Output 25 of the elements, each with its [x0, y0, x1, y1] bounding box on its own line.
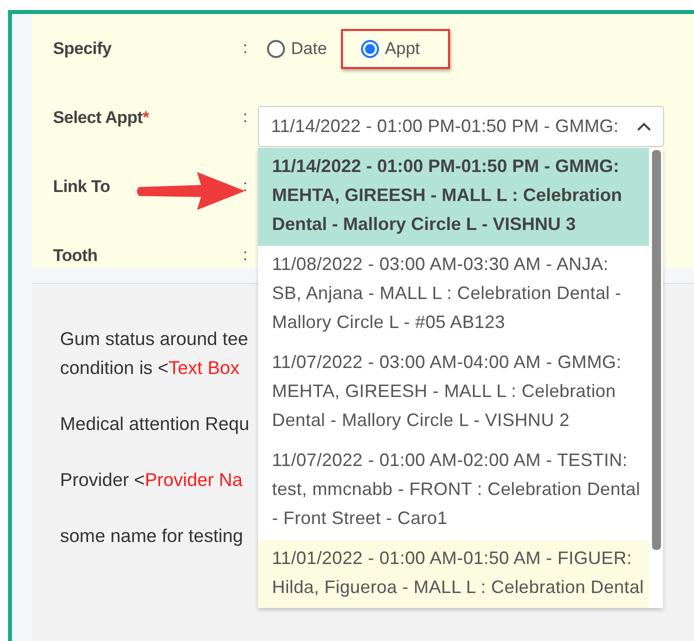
template-text: Provider <Provider Na: [60, 468, 243, 492]
colon: :: [243, 246, 248, 264]
colon: :: [243, 178, 248, 196]
field-label: Select Appt*: [53, 108, 150, 128]
radio-option[interactable]: Date: [257, 28, 337, 68]
radio-icon[interactable]: [267, 40, 285, 58]
appointment-select[interactable]: 11/14/2022 - 01:00 PM-01:50 PM - GMMG:: [258, 106, 664, 147]
dropdown-option[interactable]: 11/07/2022 - 03:00 AM-04:00 AM - GMMG: MEHTA, GIREESH - MALL L : Celebration Dental - Mallory Circle L - VISHNU 2: [258, 344, 649, 442]
radio-icon[interactable]: [360, 40, 379, 58]
template-text: Medical attention Requ: [60, 412, 250, 436]
caret-icon: [637, 122, 651, 131]
dropdown-option[interactable]: 11/08/2022 - 03:00 AM-03:30 AM - ANJA: SB, Anjana - MALL L : Celebration Dental - Mallory Circle L - #05 AB123: [258, 246, 649, 344]
field-label: Specify: [53, 38, 112, 58]
radio-option[interactable]: Appt: [340, 28, 450, 68]
colon: :: [243, 108, 248, 126]
scrollbar[interactable]: [652, 150, 661, 550]
dropdown-option[interactable]: 11/07/2022 - 01:00 AM-02:00 AM - TESTIN: test, mmcnabb - FRONT : Celebration Dental - Front Street - Caro1: [258, 442, 649, 540]
field-label: Link To: [53, 176, 112, 196]
template-text: condition is <Text Box: [60, 356, 240, 380]
template-text: some name for testing: [60, 524, 244, 548]
field-label: Tooth: [53, 246, 98, 266]
template-text: Gum status around tee: [60, 327, 248, 351]
colon: :: [243, 40, 248, 58]
dropdown-option[interactable]: 11/01/2022 - 01:00 AM-01:50 AM - FIGUER: Hilda, Figueroa - MALL L : Celebration Dental: [258, 540, 649, 608]
dropdown-option[interactable]: 11/14/2022 - 01:00 PM-01:50 PM - GMMG: MEHTA, GIREESH - MALL L : Celebration Dental - Mallory Circle L - VISHNU 3: [258, 148, 649, 246]
